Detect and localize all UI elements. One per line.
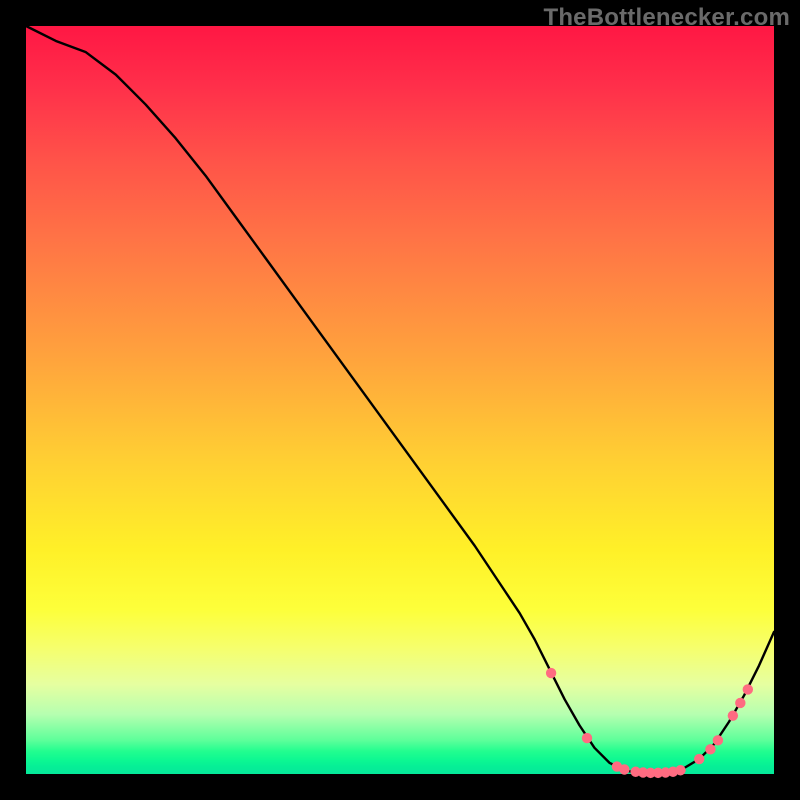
highlight-marker xyxy=(675,765,685,775)
highlight-marker xyxy=(713,735,723,745)
highlight-marker xyxy=(546,668,556,678)
highlight-marker xyxy=(735,698,745,708)
highlight-marker xyxy=(582,733,592,743)
bottleneck-curve-path xyxy=(26,26,774,773)
highlight-marker xyxy=(619,764,629,774)
chart-container: TheBottlenecker.com xyxy=(0,0,800,800)
highlight-marker xyxy=(728,710,738,720)
highlight-marker xyxy=(743,684,753,694)
highlight-marker xyxy=(705,744,715,754)
watermark-text: TheBottlenecker.com xyxy=(543,4,790,32)
highlight-marker xyxy=(694,754,704,764)
plot-area xyxy=(26,26,774,774)
curve-svg xyxy=(26,26,774,774)
